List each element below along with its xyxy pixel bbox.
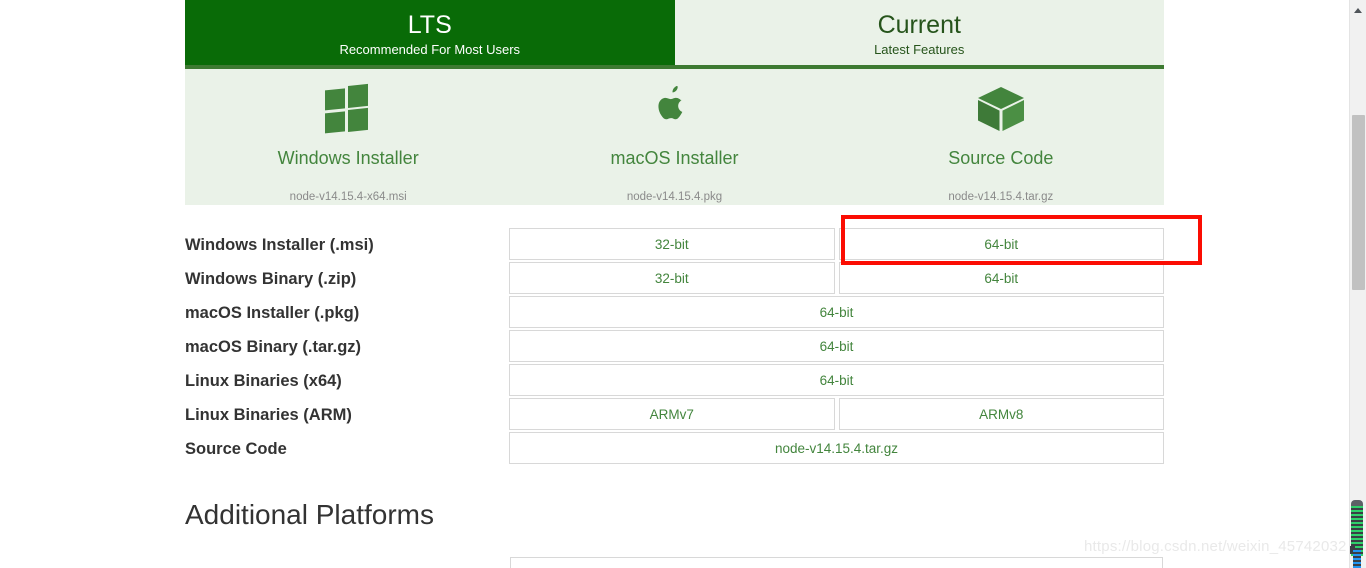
download-link-cell[interactable]: 64-bit bbox=[509, 330, 1164, 362]
download-card-windows-installer[interactable]: Windows Installer node-v14.15.4-x64.msi bbox=[185, 69, 511, 205]
tab-lts[interactable]: LTS Recommended For Most Users bbox=[185, 0, 675, 68]
download-link-cell[interactable]: 32-bit bbox=[509, 262, 835, 294]
tab-lts-subtitle: Recommended For Most Users bbox=[339, 42, 521, 57]
table-row: Source Code node-v14.15.4.tar.gz bbox=[185, 432, 1164, 466]
scrollbar-widget-ticks-lower bbox=[1353, 550, 1361, 568]
windows-logo-icon bbox=[325, 83, 371, 135]
table-row-label: Windows Binary (.zip) bbox=[185, 270, 357, 288]
download-card-windows-filename: node-v14.15.4-x64.msi bbox=[289, 191, 407, 203]
vertical-scrollbar[interactable] bbox=[1349, 0, 1366, 568]
table-row-label: Source Code bbox=[185, 440, 287, 458]
additional-platforms-partial-cell[interactable] bbox=[510, 557, 1163, 568]
scrollbar-overlay-widget[interactable] bbox=[1350, 500, 1365, 568]
release-channel-tabs: LTS Recommended For Most Users Current L… bbox=[185, 0, 1164, 68]
download-link-cell[interactable]: 64-bit bbox=[509, 364, 1164, 396]
table-row-cells: 32-bit 64-bit bbox=[509, 262, 1164, 296]
download-link-cell[interactable]: 32-bit bbox=[509, 228, 835, 260]
table-row: macOS Binary (.tar.gz) 64-bit bbox=[185, 330, 1164, 364]
table-row-cells: 64-bit bbox=[509, 296, 1164, 330]
table-row-label: Windows Installer (.msi) bbox=[185, 236, 374, 254]
download-card-macos-label: macOS Installer bbox=[610, 148, 739, 168]
scrollbar-thumb[interactable] bbox=[1352, 115, 1365, 290]
scroll-up-arrow-icon[interactable] bbox=[1354, 8, 1362, 13]
tab-current-subtitle: Latest Features bbox=[874, 42, 965, 57]
download-card-source-filename: node-v14.15.4.tar.gz bbox=[948, 191, 1054, 203]
table-row: Linux Binaries (x64) 64-bit bbox=[185, 364, 1164, 398]
downloads-table: Windows Installer (.msi) 32-bit 64-bit Wind… bbox=[185, 228, 1164, 466]
table-row: macOS Installer (.pkg) 64-bit bbox=[185, 296, 1164, 330]
download-card-source-label: Source Code bbox=[948, 148, 1054, 168]
table-row: Windows Installer (.msi) 32-bit 64-bit bbox=[185, 228, 1164, 262]
table-row-cells: 64-bit bbox=[509, 330, 1164, 364]
download-cards: Windows Installer node-v14.15.4-x64.msi … bbox=[185, 69, 1164, 205]
tab-current-title: Current bbox=[877, 11, 961, 39]
table-row-cells: 64-bit bbox=[509, 364, 1164, 398]
table-row-label: macOS Installer (.pkg) bbox=[185, 304, 360, 322]
tab-current[interactable]: Current Latest Features bbox=[674, 0, 1164, 68]
table-row: Linux Binaries (ARM) ARMv7 ARMv8 bbox=[185, 398, 1164, 432]
table-row-cells: 32-bit 64-bit bbox=[509, 228, 1164, 262]
download-link-cell[interactable]: 64-bit bbox=[838, 228, 1164, 260]
download-link-cell[interactable]: 64-bit bbox=[509, 296, 1164, 328]
download-link-cell[interactable]: node-v14.15.4.tar.gz bbox=[509, 432, 1164, 464]
table-row-label: Linux Binaries (x64) bbox=[185, 372, 342, 390]
table-row: Windows Binary (.zip) 32-bit 64-bit bbox=[185, 262, 1164, 296]
page-root: LTS Recommended For Most Users Current L… bbox=[0, 0, 1366, 568]
download-link-cell[interactable]: ARMv7 bbox=[509, 398, 835, 430]
table-row-label: Linux Binaries (ARM) bbox=[185, 406, 352, 424]
table-row-label: macOS Binary (.tar.gz) bbox=[185, 338, 362, 356]
source-cube-icon bbox=[975, 83, 1027, 135]
download-card-macos-installer[interactable]: macOS Installer node-v14.15.4.pkg bbox=[511, 69, 837, 205]
tab-lts-title: LTS bbox=[407, 11, 452, 39]
additional-platforms-heading: Additional Platforms bbox=[185, 499, 435, 530]
watermark-text: https://blog.csdn.net/weixin_45742032 bbox=[1084, 538, 1347, 555]
download-card-macos-filename: node-v14.15.4.pkg bbox=[626, 191, 723, 203]
download-card-source-code[interactable]: Source Code node-v14.15.4.tar.gz bbox=[838, 69, 1164, 205]
download-card-windows-label: Windows Installer bbox=[277, 148, 419, 168]
download-link-cell[interactable]: ARMv8 bbox=[838, 398, 1164, 430]
download-link-cell[interactable]: 64-bit bbox=[838, 262, 1164, 294]
table-row-cells: node-v14.15.4.tar.gz bbox=[509, 432, 1164, 466]
table-row-cells: ARMv7 ARMv8 bbox=[509, 398, 1164, 432]
apple-logo-icon bbox=[651, 83, 697, 135]
